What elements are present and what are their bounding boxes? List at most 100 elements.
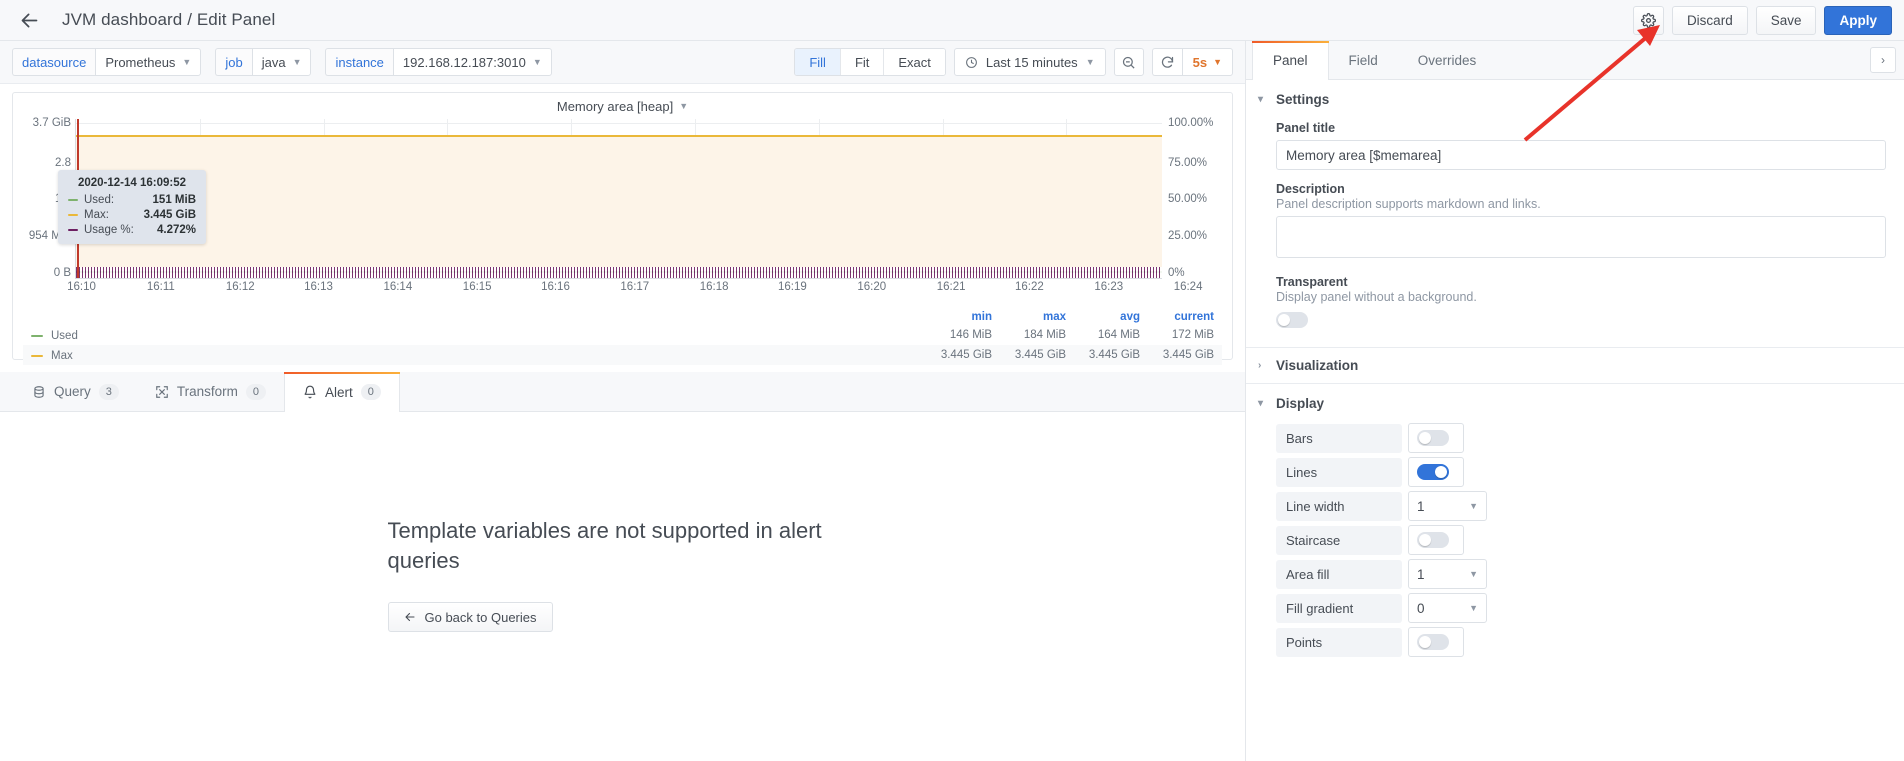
legend-series-used[interactable]: Used [23,325,926,345]
line-width-value: 1 [1417,498,1425,514]
display-section-header[interactable]: ▾ Display [1246,394,1904,413]
arrow-left-icon [404,612,415,622]
display-row-area-fill: Area fill 1 ▼ [1276,559,1886,589]
chevron-down-icon: ▼ [1469,603,1478,613]
points-toggle[interactable] [1417,634,1449,650]
tab-query[interactable]: Query 3 [14,372,137,411]
legend-cell-avg: 3.445 GiB [1074,345,1148,365]
series-color-swatch [68,229,78,231]
panel-settings-button[interactable] [1632,5,1664,35]
clock-icon [965,56,977,68]
display-row-fill-gradient: Fill gradient 0 ▼ [1276,593,1886,623]
tooltip-value: 3.445 GiB [143,209,196,221]
chevron-down-icon: ▼ [679,100,689,111]
graph-tooltip: 2020-12-14 16:09:52 Used: 151 MiB Max: 3… [58,170,206,244]
x-tick: 16:18 [699,281,729,293]
y-left-tick: 3.7 GiB [32,117,71,129]
legend-cell-current: 3.445 GiB [1148,345,1222,365]
empty-state-title: Template variables are not supported in … [387,518,822,573]
tooltip-value: 151 MiB [152,194,196,206]
y-axis-right: 100.00% 75.00% 50.00% 25.00% 0% [1162,117,1232,279]
x-tick: 16:12 [225,281,255,293]
options-section-settings: ▾ Settings Panel title Description Panel… [1246,80,1904,348]
discard-button[interactable]: Discard [1671,5,1748,35]
fit-mode-fill[interactable]: Fill [795,49,841,75]
variable-select-instance[interactable]: 192.168.12.187:3010 ▼ [392,48,552,76]
template-variable-instance: instance 192.168.12.187:3010 ▼ [325,48,552,76]
description-help-text: Panel description supports markdown and … [1276,197,1541,211]
plot-area[interactable] [75,119,1162,279]
display-option-label: Staircase [1276,525,1402,555]
transparent-label: Transparent [1276,275,1348,289]
series-color-swatch [68,199,78,201]
panel-title-input[interactable] [1276,140,1886,170]
x-tick: 16:10 [67,281,96,293]
visualization-section-header[interactable]: › Visualization [1246,356,1904,375]
legend-col-avg[interactable]: avg [1074,309,1148,325]
go-back-to-queries-button[interactable]: Go back to Queries [387,602,553,632]
graph-panel-header[interactable]: Memory area [heap] ▼ [13,93,1232,119]
tab-alert[interactable]: Alert 0 [284,372,400,412]
left-pane: datasource Prometheus ▼ job java ▼ insta… [0,41,1245,761]
legend-cell-min: 3.445 GiB [926,345,1000,365]
back-button[interactable] [14,5,44,35]
tab-field[interactable]: Field [1329,41,1398,79]
chevron-down-icon: ▼ [1085,56,1095,67]
legend-table: min max avg current Used 146 MiB 184 MiB… [23,309,1222,365]
legend-col-series [23,309,926,325]
display-option-label: Line width [1276,491,1402,521]
line-width-select[interactable]: 1 ▼ [1408,491,1487,521]
settings-section-header[interactable]: ▾ Settings [1246,90,1904,109]
refresh-interval-label: 5s [1192,54,1208,70]
collapse-options-button[interactable]: › [1870,47,1896,73]
legend-col-current[interactable]: current [1148,309,1222,325]
bars-toggle-wrapper [1408,423,1464,453]
chevron-down-icon: ▼ [1469,501,1478,511]
staircase-toggle[interactable] [1417,532,1449,548]
refresh-interval-select[interactable]: 5s ▼ [1181,48,1233,76]
fill-gradient-select[interactable]: 0 ▼ [1408,593,1487,623]
series-line-usage-percent [76,267,1162,278]
zoom-out-button[interactable] [1113,48,1144,76]
legend-cell-max: 3.445 GiB [1000,345,1074,365]
tooltip-value: 4.272% [156,224,196,236]
transparent-toggle[interactable] [1276,312,1308,328]
legend-cell-current: 172 MiB [1171,329,1214,341]
refresh-button[interactable] [1151,48,1182,76]
fit-mode-exact[interactable]: Exact [884,49,945,75]
fit-mode-fit[interactable]: Fit [840,49,885,75]
save-button[interactable]: Save [1755,5,1817,35]
legend-col-max[interactable]: max [1000,309,1074,325]
variable-select-job[interactable]: java ▼ [251,48,312,76]
series-color-swatch [31,335,43,337]
display-row-points: Points [1276,627,1886,657]
lines-toggle-wrapper [1408,457,1464,487]
variable-label-datasource: datasource [12,48,96,76]
edit-panel-app: JVM dashboard / Edit Panel Discard Save … [0,0,1904,761]
tooltip-label: Max: [84,209,109,221]
x-tick: 16:14 [383,281,413,293]
bell-icon [304,385,316,399]
transform-icon [156,385,168,398]
legend-cell-avg: 164 MiB [1097,329,1140,341]
time-range-picker[interactable]: Last 15 minutes ▼ [953,48,1106,76]
gear-icon [1640,12,1656,28]
editor-tabs: Query 3 Transform 0 Alert 0 [0,372,1245,412]
options-section-visualization: › Visualization [1246,348,1904,384]
area-fill-select[interactable]: 1 ▼ [1408,559,1487,589]
chevron-down-icon: ▼ [182,56,192,67]
tab-overrides[interactable]: Overrides [1398,41,1497,79]
lines-toggle[interactable] [1417,464,1449,480]
apply-button[interactable]: Apply [1824,5,1892,35]
legend-series-max[interactable]: Max [23,345,926,365]
legend-col-min[interactable]: min [926,309,1000,325]
bars-toggle[interactable] [1417,430,1449,446]
tab-transform[interactable]: Transform 0 [137,372,284,411]
variable-select-datasource[interactable]: Prometheus ▼ [95,48,202,76]
tab-badge: 0 [245,383,267,400]
tab-badge: 3 [98,383,119,400]
description-textarea[interactable] [1276,216,1886,258]
x-tick: 16:15 [462,281,492,293]
tab-panel[interactable]: Panel [1252,41,1329,80]
tooltip-label: Used: [84,194,115,206]
